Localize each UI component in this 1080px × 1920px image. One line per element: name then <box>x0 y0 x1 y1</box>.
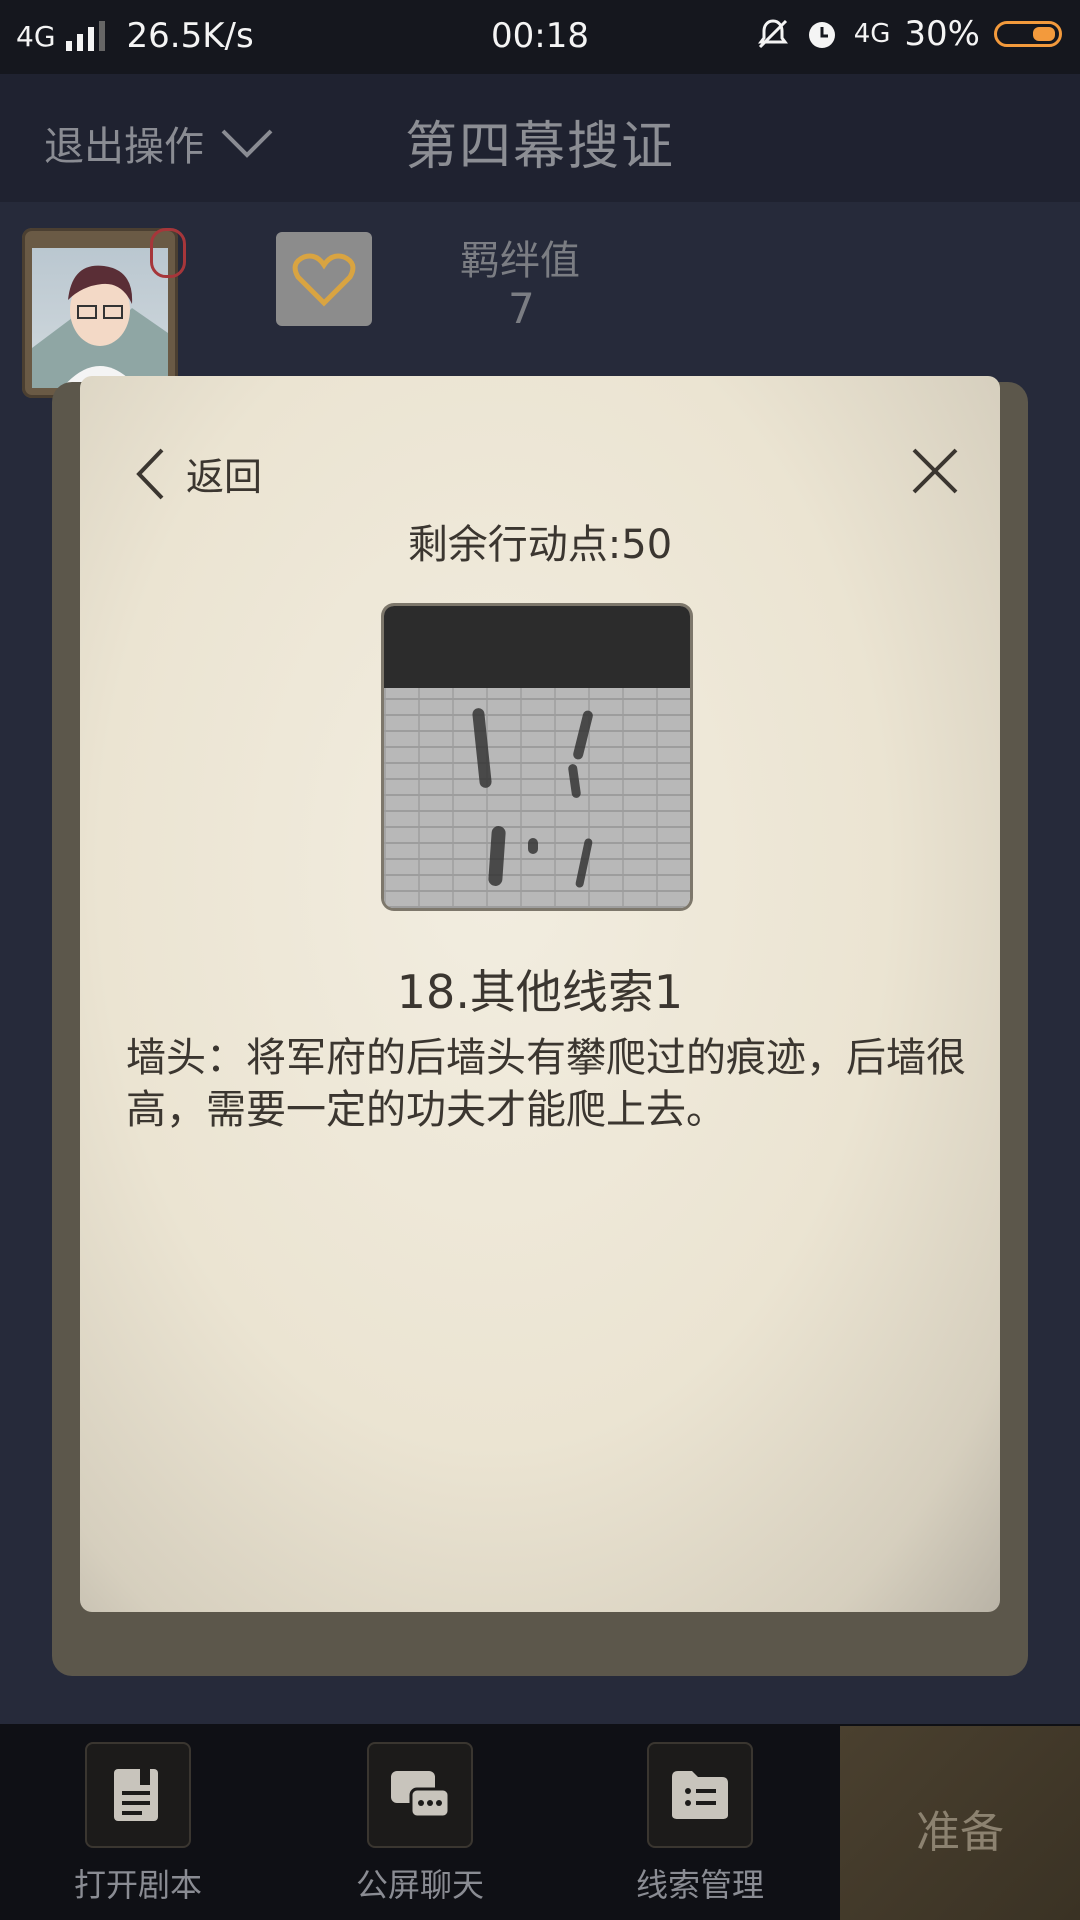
battery-icon <box>994 21 1062 47</box>
heart-icon <box>292 253 356 307</box>
script-icon <box>114 1769 158 1821</box>
clue-title: 18.其他线索1 <box>396 965 684 1019</box>
status-bar: 4G 26.5K/s 00:18 4G 30% <box>0 0 1080 74</box>
page-title: 第四幕搜证 <box>404 117 675 177</box>
chevron-left-icon <box>136 448 164 499</box>
clue-image-sky <box>384 606 690 688</box>
back-label: 返回 <box>186 455 263 499</box>
game-header: 退出操作 第四幕搜证 <box>0 74 1080 202</box>
bond-value: 7 <box>508 284 535 333</box>
nav-label: 线索管理 <box>635 1866 764 1904</box>
nav-open-script[interactable]: 打开剧本 <box>48 1742 228 1906</box>
ready-label: 准备 <box>916 1807 1004 1858</box>
alarm-icon <box>808 22 835 48</box>
paperclip-icon <box>150 228 186 278</box>
bond-label: 羁绊值 <box>460 238 580 284</box>
back-button[interactable]: 返回 <box>136 446 262 501</box>
nav-clue-management[interactable]: 线索管理 <box>610 1742 790 1906</box>
remaining-action-points: 剩余行动点:50 <box>407 522 673 568</box>
character-portrait-image <box>32 248 168 388</box>
clue-detail-modal: 返回 剩余行动点:50 18.其他线索1 墙头：将军府的后墙头有攀爬过的痕迹，后… <box>80 376 1000 1612</box>
network-type-secondary: 4G <box>853 19 891 49</box>
nav-label: 打开剧本 <box>73 1866 202 1904</box>
battery-percent: 30% <box>904 14 980 54</box>
close-icon[interactable] <box>910 446 960 496</box>
clue-description: 墙头：将军府的后墙头有攀爬过的痕迹，后墙很高，需要一定的功夫才能爬上去。 <box>126 1035 966 1133</box>
character-avatar[interactable] <box>22 228 186 398</box>
clue-folder-icon <box>672 1771 728 1819</box>
chat-icon <box>391 1771 451 1819</box>
clue-image-wall <box>384 688 690 908</box>
nav-label: 公屏聊天 <box>355 1866 484 1904</box>
clue-image[interactable] <box>384 606 690 908</box>
nav-public-chat[interactable]: 公屏聊天 <box>330 1742 510 1906</box>
mute-icon <box>757 19 788 49</box>
like-button[interactable] <box>276 232 372 326</box>
ready-button[interactable]: 准备 <box>840 1726 1080 1920</box>
